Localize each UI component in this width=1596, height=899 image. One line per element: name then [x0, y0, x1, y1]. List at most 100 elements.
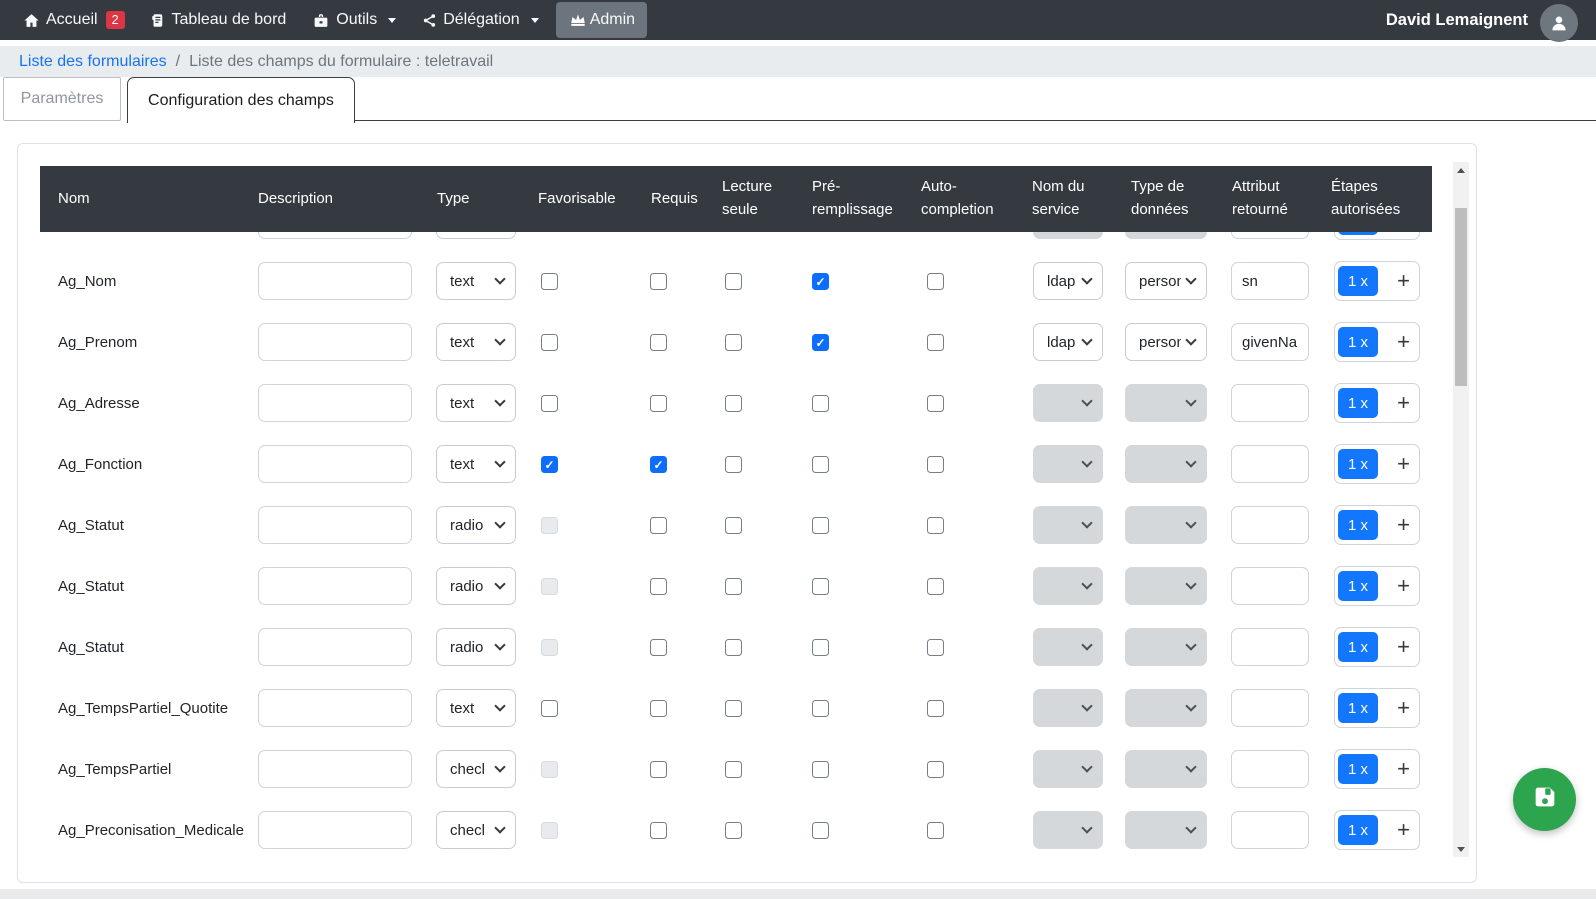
favorisable-checkbox[interactable] — [541, 334, 558, 351]
etapes-badge[interactable]: 1 x — [1338, 571, 1378, 601]
pre-remplissage-checkbox[interactable] — [812, 761, 829, 778]
type-select[interactable]: radio — [436, 506, 516, 544]
type-select[interactable]: radio — [436, 567, 516, 605]
etapes-badge[interactable]: 1 x — [1338, 510, 1378, 540]
lecture-seule-checkbox[interactable] — [725, 822, 742, 839]
type-de-donnees-select[interactable] — [1125, 384, 1207, 422]
add-etape-button[interactable]: + — [1397, 750, 1419, 788]
nom-du-service-select[interactable]: ldap — [1033, 323, 1103, 361]
auto-completion-checkbox[interactable] — [927, 761, 944, 778]
favorisable-checkbox[interactable] — [541, 822, 558, 839]
table-scrollbar[interactable] — [1453, 162, 1469, 857]
nom-du-service-select[interactable] — [1033, 445, 1103, 483]
auto-completion-checkbox[interactable] — [927, 639, 944, 656]
user-avatar[interactable] — [1540, 4, 1578, 42]
pre-remplissage-checkbox[interactable] — [812, 639, 829, 656]
requis-checkbox[interactable] — [650, 761, 667, 778]
scroll-up-arrow-icon[interactable] — [1453, 162, 1469, 178]
lecture-seule-checkbox[interactable] — [725, 578, 742, 595]
type-de-donnees-select[interactable] — [1125, 567, 1207, 605]
auto-completion-checkbox[interactable] — [927, 822, 944, 839]
lecture-seule-checkbox[interactable] — [725, 639, 742, 656]
requis-checkbox[interactable] — [650, 395, 667, 412]
type-select[interactable]: text — [436, 262, 516, 300]
type-select[interactable]: text — [436, 689, 516, 727]
add-etape-button[interactable]: + — [1397, 262, 1419, 300]
description-input[interactable] — [258, 384, 412, 422]
attribut-retourne-input[interactable] — [1231, 445, 1309, 483]
favorisable-checkbox[interactable] — [541, 700, 558, 717]
pre-remplissage-checkbox[interactable] — [812, 822, 829, 839]
auto-completion-checkbox[interactable] — [927, 456, 944, 473]
nav-item-tableau-de-bord[interactable]: Tableau de bord — [138, 0, 300, 40]
type-de-donnees-select[interactable] — [1125, 689, 1207, 727]
scroll-down-arrow-icon[interactable] — [1453, 841, 1469, 857]
tab-configuration-des-champs[interactable]: Configuration des champs — [127, 77, 355, 123]
auto-completion-checkbox[interactable] — [927, 273, 944, 290]
description-input[interactable] — [258, 506, 412, 544]
attribut-retourne-input[interactable] — [1231, 811, 1309, 849]
add-etape-button[interactable]: + — [1397, 689, 1419, 727]
type-de-donnees-select[interactable] — [1125, 628, 1207, 666]
favorisable-checkbox[interactable] — [541, 517, 558, 534]
type-select[interactable]: text — [436, 384, 516, 422]
favorisable-checkbox[interactable] — [541, 578, 558, 595]
etapes-badge[interactable]: 1 x — [1338, 266, 1378, 296]
type-de-donnees-select[interactable] — [1125, 750, 1207, 788]
etapes-badge[interactable]: 1 x — [1338, 754, 1378, 784]
lecture-seule-checkbox[interactable] — [725, 334, 742, 351]
nav-item-delegation[interactable]: Délégation — [409, 0, 552, 40]
type-select[interactable]: text — [436, 445, 516, 483]
requis-checkbox[interactable] — [650, 456, 667, 473]
lecture-seule-checkbox[interactable] — [725, 517, 742, 534]
nom-du-service-select[interactable] — [1033, 750, 1103, 788]
type-select[interactable]: text — [436, 323, 516, 361]
type-de-donnees-select[interactable]: person — [1125, 262, 1207, 300]
pre-remplissage-checkbox[interactable] — [812, 456, 829, 473]
add-etape-button[interactable]: + — [1397, 567, 1419, 605]
nom-du-service-select[interactable]: ldap — [1033, 262, 1103, 300]
favorisable-checkbox[interactable] — [541, 395, 558, 412]
requis-checkbox[interactable] — [650, 639, 667, 656]
nom-du-service-select[interactable] — [1033, 689, 1103, 727]
description-input[interactable] — [258, 811, 412, 849]
nom-du-service-select[interactable] — [1033, 506, 1103, 544]
nav-item-admin[interactable]: Admin — [556, 2, 647, 38]
add-etape-button[interactable]: + — [1397, 445, 1419, 483]
add-etape-button[interactable]: + — [1397, 384, 1419, 422]
scrollbar-thumb[interactable] — [1455, 208, 1467, 386]
tab-parametres[interactable]: Paramètres — [3, 77, 121, 121]
requis-checkbox[interactable] — [650, 700, 667, 717]
add-etape-button[interactable]: + — [1397, 323, 1419, 361]
pre-remplissage-checkbox[interactable] — [812, 334, 829, 351]
etapes-badge[interactable]: 1 x — [1338, 693, 1378, 723]
lecture-seule-checkbox[interactable] — [725, 456, 742, 473]
description-input[interactable] — [258, 750, 412, 788]
add-etape-button[interactable]: + — [1397, 811, 1419, 849]
requis-checkbox[interactable] — [650, 273, 667, 290]
nom-du-service-select[interactable] — [1033, 567, 1103, 605]
attribut-retourne-input[interactable] — [1231, 689, 1309, 727]
attribut-retourne-input[interactable] — [1231, 628, 1309, 666]
favorisable-checkbox[interactable] — [541, 273, 558, 290]
auto-completion-checkbox[interactable] — [927, 578, 944, 595]
type-de-donnees-select[interactable] — [1125, 811, 1207, 849]
etapes-badge[interactable]: 1 x — [1338, 632, 1378, 662]
pre-remplissage-checkbox[interactable] — [812, 273, 829, 290]
favorisable-checkbox[interactable] — [541, 761, 558, 778]
pre-remplissage-checkbox[interactable] — [812, 517, 829, 534]
description-input[interactable] — [258, 689, 412, 727]
nom-du-service-select[interactable] — [1033, 628, 1103, 666]
breadcrumb-link-formulaires[interactable]: Liste des formulaires — [19, 53, 167, 71]
description-input[interactable] — [258, 567, 412, 605]
attribut-retourne-input[interactable] — [1231, 750, 1309, 788]
type-de-donnees-select[interactable]: person — [1125, 323, 1207, 361]
type-select[interactable]: radio — [436, 628, 516, 666]
etapes-badge[interactable]: 1 x — [1338, 327, 1378, 357]
requis-checkbox[interactable] — [650, 517, 667, 534]
pre-remplissage-checkbox[interactable] — [812, 395, 829, 412]
description-input[interactable] — [258, 445, 412, 483]
etapes-badge[interactable]: 1 x — [1338, 449, 1378, 479]
description-input[interactable] — [258, 323, 412, 361]
requis-checkbox[interactable] — [650, 334, 667, 351]
